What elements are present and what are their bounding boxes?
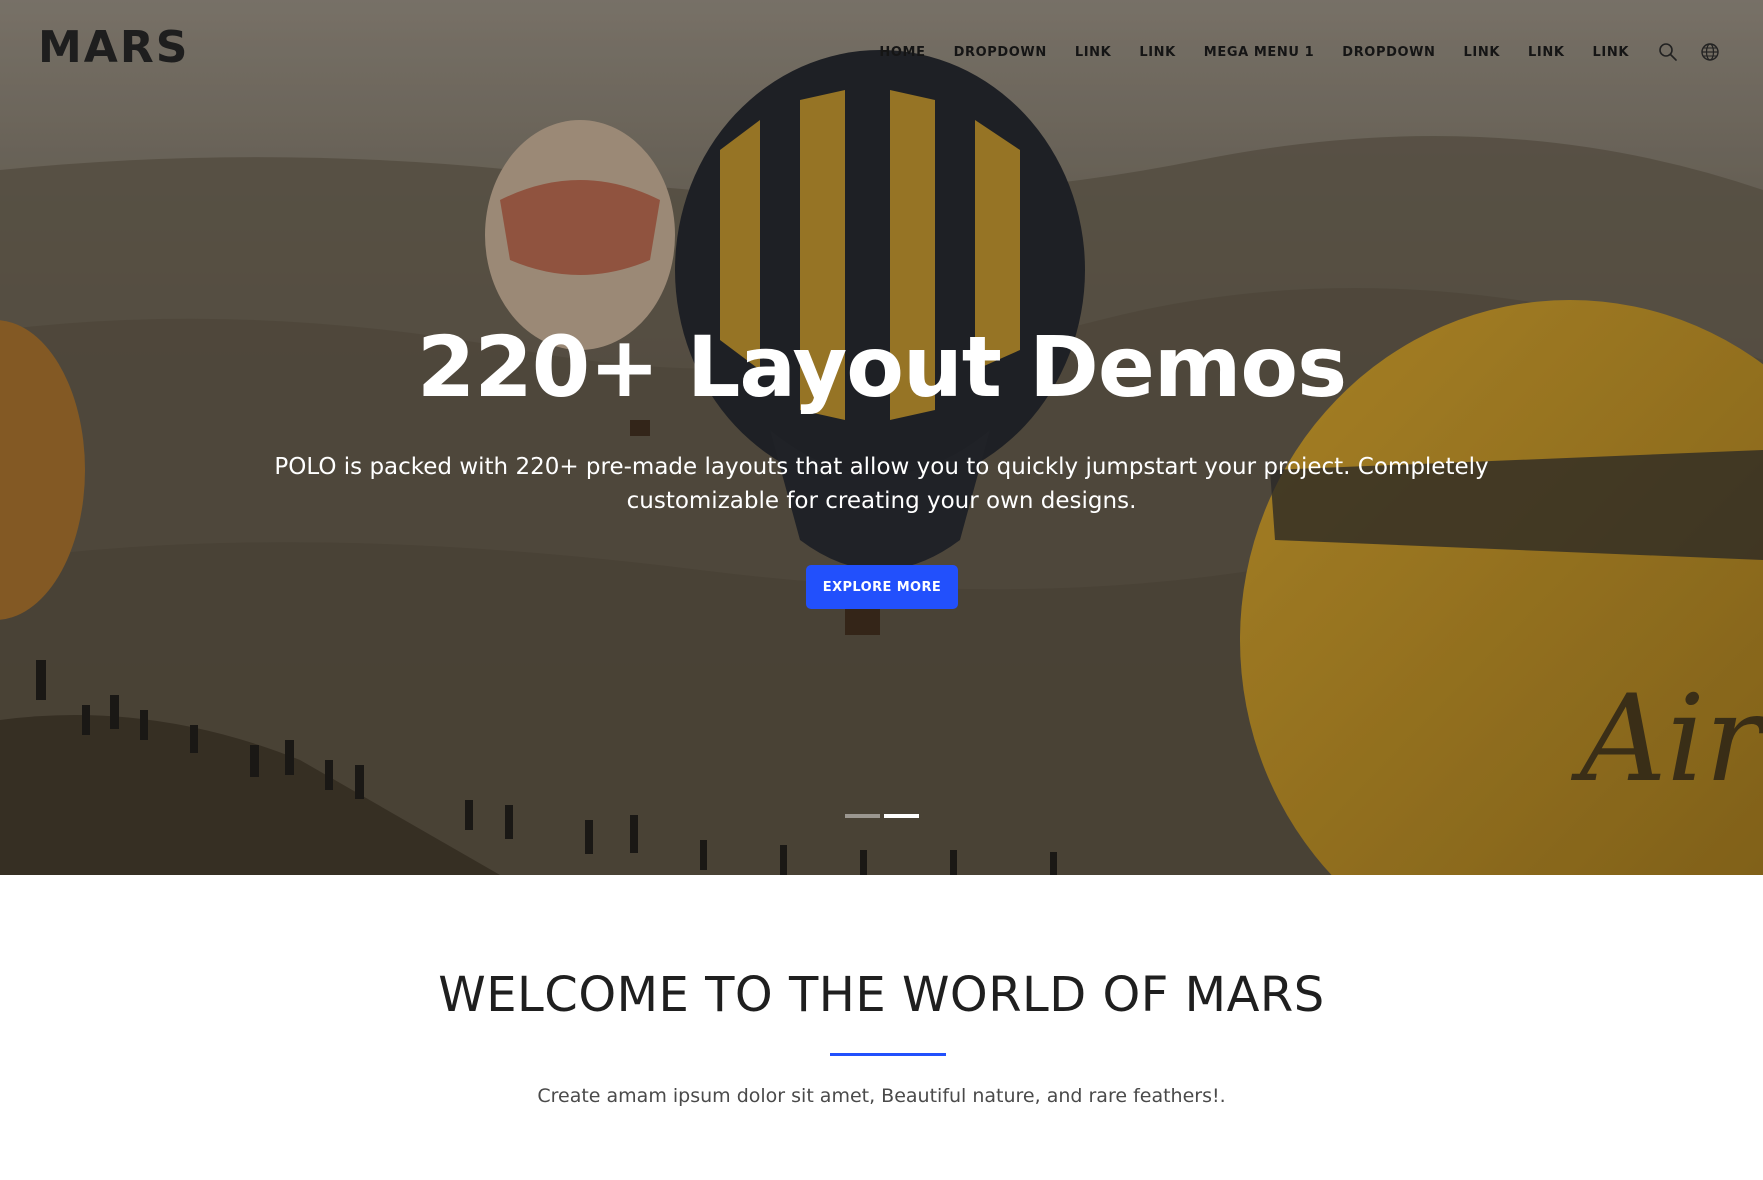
welcome-text: Create amam ipsum dolor sit amet, Beauti… bbox=[537, 1085, 1226, 1107]
nav-item-dropdown[interactable]: DROPDOWN bbox=[954, 45, 1047, 60]
hero-slider: Air MARS HOME DROPDOWN LINK LINK MEGA ME… bbox=[0, 0, 1763, 875]
nav-item-link[interactable]: LINK bbox=[1528, 45, 1564, 60]
slider-pagination bbox=[845, 814, 923, 818]
explore-more-button[interactable]: EXPLORE MORE bbox=[806, 565, 958, 609]
nav-item-mega-menu[interactable]: MEGA MENU 1 bbox=[1204, 45, 1315, 60]
slider-dot-1[interactable] bbox=[845, 814, 880, 818]
hero-subtitle: POLO is packed with 220+ pre-made layout… bbox=[260, 450, 1503, 518]
nav-item-link[interactable]: LINK bbox=[1593, 45, 1629, 60]
title-divider bbox=[830, 1053, 946, 1056]
welcome-title: WELCOME TO THE WORLD OF MARS bbox=[438, 967, 1325, 1023]
hero-subtitle-line1: POLO is packed with 220+ pre-made layout… bbox=[274, 454, 1489, 480]
nav-item-home[interactable]: HOME bbox=[879, 45, 925, 60]
nav-item-dropdown[interactable]: DROPDOWN bbox=[1342, 45, 1435, 60]
nav-item-link[interactable]: LINK bbox=[1464, 45, 1500, 60]
search-icon[interactable] bbox=[1657, 41, 1679, 63]
hero-title: 220+ Layout Demos bbox=[416, 318, 1347, 416]
main-nav: HOME DROPDOWN LINK LINK MEGA MENU 1 DROP… bbox=[879, 40, 1763, 64]
globe-icon[interactable] bbox=[1699, 41, 1721, 63]
nav-item-link[interactable]: LINK bbox=[1075, 45, 1111, 60]
hero-overlay bbox=[0, 0, 1763, 875]
hero-subtitle-line2: customizable for creating your own desig… bbox=[626, 488, 1137, 514]
nav-item-link[interactable]: LINK bbox=[1139, 45, 1175, 60]
slider-dot-2[interactable] bbox=[884, 814, 919, 818]
site-logo[interactable]: MARS bbox=[38, 22, 189, 73]
